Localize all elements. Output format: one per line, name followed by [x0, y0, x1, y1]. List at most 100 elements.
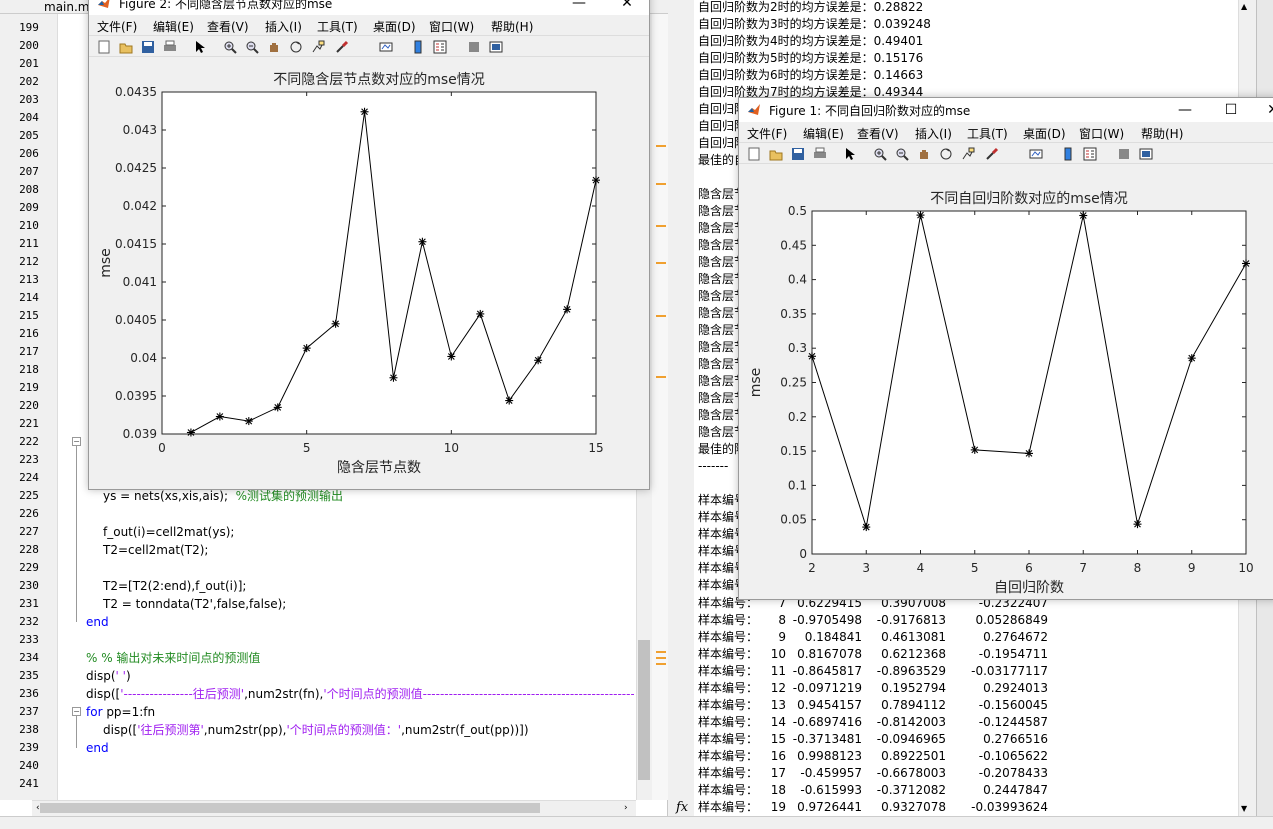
code-line-236[interactable]: disp(['----------------往后预测',num2str(fn)… — [86, 685, 634, 703]
maximize-icon[interactable]: ☐ — [1211, 100, 1251, 120]
pointer-icon[interactable] — [843, 147, 857, 161]
code-line-228[interactable]: T2=cell2mat(T2); — [103, 541, 208, 559]
figure-2-titlebar[interactable]: Figure 2: 不同隐含层节点数对应的mse — ✕ — [89, 0, 649, 15]
zoom-out-icon[interactable] — [895, 147, 909, 161]
fold-toggle[interactable]: − — [72, 437, 81, 446]
fold-toggle[interactable]: − — [72, 707, 81, 716]
line-number: 241 — [19, 777, 39, 790]
menu-item[interactable]: 工具(T) — [967, 125, 1008, 142]
menu-item[interactable]: 帮助(H) — [1141, 125, 1183, 142]
close-icon[interactable]: ✕ — [607, 0, 647, 13]
hide-plot-tools-icon[interactable] — [1117, 147, 1131, 161]
warning-marker[interactable] — [656, 376, 666, 378]
menu-item[interactable]: 文件(F) — [97, 18, 137, 35]
menu-item[interactable]: 查看(V) — [857, 125, 899, 142]
scroll-up-arrow-icon[interactable]: ▲ — [1241, 2, 1247, 11]
rotate-3d-icon[interactable] — [939, 147, 953, 161]
legend-icon[interactable] — [1083, 147, 1097, 161]
colorbar-icon[interactable] — [411, 40, 425, 54]
menu-item[interactable]: 帮助(H) — [491, 18, 533, 35]
line-number: 215 — [19, 309, 39, 322]
menu-item[interactable]: 编辑(E) — [153, 18, 194, 35]
code-line-239[interactable]: end — [86, 741, 109, 755]
x-tick-label: 5 — [303, 441, 311, 455]
menu-item[interactable]: 窗口(W) — [1079, 125, 1124, 142]
menu-item[interactable]: 插入(I) — [915, 125, 952, 142]
menu-item[interactable]: 窗口(W) — [429, 18, 474, 35]
data-point-marker — [244, 417, 253, 426]
sample-value: 0.9454157 — [797, 698, 862, 712]
warning-marker[interactable] — [656, 183, 666, 185]
warning-marker[interactable] — [656, 145, 666, 147]
rotate-3d-icon[interactable] — [289, 40, 303, 54]
menu-item[interactable]: 文件(F) — [747, 125, 787, 142]
figure-1-window[interactable]: Figure 1: 不同自回归阶数对应的mse — ☐ ✕ 文件(F) 编辑(E)… — [738, 97, 1273, 600]
scroll-left-arrow-icon[interactable]: ‹ — [36, 803, 40, 813]
line-number: 205 — [19, 129, 39, 142]
legend-icon[interactable] — [433, 40, 447, 54]
code-line-238[interactable]: disp(['往后预测第',num2str(pp),'个时间点的预测值：',nu… — [103, 721, 529, 739]
open-folder-icon[interactable] — [119, 40, 133, 54]
menu-item[interactable]: 插入(I) — [265, 18, 302, 35]
warning-marker[interactable] — [656, 225, 666, 227]
sample-row: 样本编号： 18 -0.615993 -0.3712082 0.2447847 — [698, 782, 1238, 799]
show-plot-tools-icon[interactable] — [1139, 147, 1153, 161]
menu-item[interactable]: 桌面(D) — [1023, 125, 1066, 142]
data-cursor-icon[interactable] — [311, 40, 325, 54]
code-line-237[interactable]: for pp=1:fn — [86, 703, 155, 721]
hide-plot-tools-icon[interactable] — [467, 40, 481, 54]
new-file-icon[interactable] — [747, 147, 761, 161]
minimize-icon[interactable]: — — [1165, 100, 1205, 120]
y-tick-label: 0.043 — [123, 123, 157, 137]
code-line-231[interactable]: T2 = tonndata(T2',false,false); — [103, 595, 286, 613]
save-icon[interactable] — [791, 147, 805, 161]
pan-icon[interactable] — [917, 147, 931, 161]
line-number: 233 — [19, 633, 39, 646]
figure-1-toolbar — [739, 142, 1273, 164]
minimize-icon[interactable]: — — [559, 0, 599, 13]
colorbar-icon[interactable] — [1061, 147, 1075, 161]
link-plot-icon[interactable] — [379, 40, 393, 54]
warning-marker[interactable] — [656, 262, 666, 264]
zoom-out-icon[interactable] — [245, 40, 259, 54]
figure-2-window[interactable]: Figure 2: 不同隐含层节点数对应的mse — ✕ 文件(F) 编辑(E) 查… — [88, 0, 650, 490]
menu-item[interactable]: 工具(T) — [317, 18, 358, 35]
code-line-227[interactable]: f_out(i)=cell2mat(ys); — [103, 523, 234, 541]
editor-scroll-thumb[interactable] — [638, 640, 650, 780]
print-icon[interactable] — [163, 40, 177, 54]
print-icon[interactable] — [813, 147, 827, 161]
pointer-icon[interactable] — [193, 40, 207, 54]
scroll-down-arrow-icon[interactable]: ▼ — [1241, 804, 1247, 813]
sample-value: 0.184841 — [804, 630, 862, 644]
line-number: 214 — [19, 291, 39, 304]
close-icon[interactable]: ✕ — [1253, 100, 1273, 120]
zoom-in-icon[interactable] — [223, 40, 237, 54]
warning-marker[interactable] — [656, 657, 666, 659]
scroll-right-arrow-icon[interactable]: › — [624, 803, 628, 813]
editor-tab-main[interactable]: main.m — [44, 0, 90, 14]
open-folder-icon[interactable] — [769, 147, 783, 161]
code-line-234[interactable]: % % 输出对未来时间点的预测值 — [86, 649, 260, 667]
warning-marker[interactable] — [656, 663, 666, 665]
brush-icon[interactable] — [985, 147, 999, 161]
brush-icon[interactable] — [335, 40, 349, 54]
editor-hscroll-thumb[interactable] — [40, 803, 540, 813]
link-plot-icon[interactable] — [1029, 147, 1043, 161]
figure-1-titlebar[interactable]: Figure 1: 不同自回归阶数对应的mse — ☐ ✕ — [739, 98, 1273, 122]
menu-item[interactable]: 编辑(E) — [803, 125, 844, 142]
code-line-230[interactable]: T2=[T2(2:end),f_out(i)]; — [103, 577, 246, 595]
save-icon[interactable] — [141, 40, 155, 54]
code-line-232[interactable]: end — [86, 615, 109, 629]
data-point-marker — [389, 373, 398, 382]
pan-icon[interactable] — [267, 40, 281, 54]
warning-marker[interactable] — [656, 315, 666, 317]
menu-item[interactable]: 桌面(D) — [373, 18, 416, 35]
show-plot-tools-icon[interactable] — [489, 40, 503, 54]
menu-item[interactable]: 查看(V) — [207, 18, 249, 35]
line-number: 209 — [19, 201, 39, 214]
code-line-235[interactable]: disp(' ') — [86, 667, 131, 685]
data-cursor-icon[interactable] — [961, 147, 975, 161]
new-file-icon[interactable] — [97, 40, 111, 54]
warning-marker[interactable] — [656, 651, 666, 653]
zoom-in-icon[interactable] — [873, 147, 887, 161]
